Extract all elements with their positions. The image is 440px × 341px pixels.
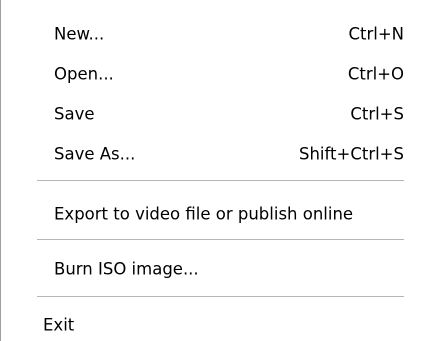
menu-item-label: Open... (54, 64, 114, 84)
menu-item-new[interactable]: New... Ctrl+N (1, 15, 440, 53)
menu-item-label: Save As... (54, 144, 136, 164)
menu-separator (37, 180, 404, 182)
menu-item-shortcut: Ctrl+O (347, 64, 404, 84)
menu-item-shortcut: Ctrl+N (348, 24, 404, 44)
menu-item-save-as[interactable]: Save As... Shift+Ctrl+S (1, 135, 440, 173)
menu-item-shortcut: Ctrl+S (350, 104, 404, 124)
menu-item-label: Burn ISO image... (54, 259, 199, 279)
menu-item-export[interactable]: Export to video file or publish online (1, 195, 440, 233)
menu-item-save[interactable]: Save Ctrl+S (1, 95, 440, 133)
menu-separator (37, 239, 404, 241)
menu-item-label: Export to video file or publish online (54, 204, 354, 224)
file-menu: New... Ctrl+N Open... Ctrl+O Save Ctrl+S… (1, 0, 440, 341)
menu-separator (37, 296, 404, 298)
file-menu-screenshot: New... Ctrl+N Open... Ctrl+O Save Ctrl+S… (0, 0, 440, 341)
menu-item-exit[interactable]: Exit (1, 306, 440, 341)
menu-item-open[interactable]: Open... Ctrl+O (1, 55, 440, 93)
menu-item-label: Save (54, 104, 95, 124)
menu-item-shortcut: Shift+Ctrl+S (299, 144, 404, 164)
menu-item-label: New... (54, 24, 105, 44)
menu-item-burn-iso[interactable]: Burn ISO image... (1, 250, 440, 288)
menu-item-label: Exit (43, 315, 75, 335)
